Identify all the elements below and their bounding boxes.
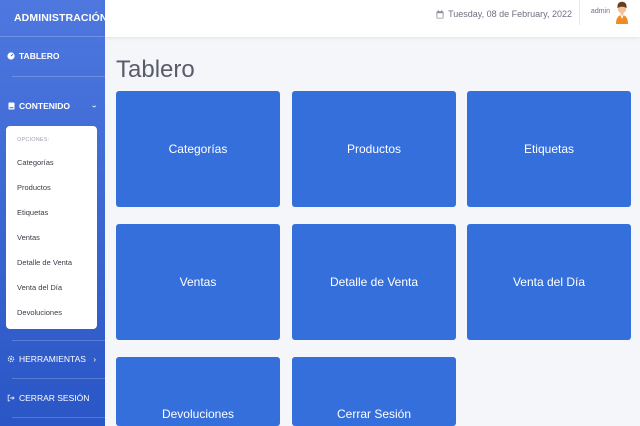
folder-icon <box>7 102 15 110</box>
submenu-item-detalle-venta[interactable]: Detalle de Venta <box>6 250 97 275</box>
calendar-icon <box>436 9 444 19</box>
nav-contenido[interactable]: CONTENIDO › <box>0 97 105 115</box>
submenu-item-etiquetas[interactable]: Etiquetas <box>6 200 97 225</box>
tile-label: Etiquetas <box>523 142 575 156</box>
submenu-item-ventas[interactable]: Ventas <box>6 225 97 250</box>
tile-label: Detalle de Venta <box>329 275 419 289</box>
tile-ventas[interactable]: Ventas <box>116 224 280 340</box>
tile-venta-del-dia[interactable]: Venta del Día <box>467 224 631 340</box>
avatar[interactable] <box>613 0 631 24</box>
tile-etiquetas[interactable]: Etiquetas <box>467 91 631 207</box>
tile-label: Venta del Día <box>512 275 586 289</box>
nav-tablero-label: TABLERO <box>19 51 60 61</box>
tile-label: Ventas <box>179 275 217 289</box>
chevron-right-icon: › <box>93 354 96 364</box>
submenu-item-productos[interactable]: Productos <box>6 175 97 200</box>
divider <box>0 36 105 37</box>
page-title: Tablero <box>116 56 195 83</box>
chevron-down-icon: › <box>90 104 100 108</box>
gear-icon <box>7 355 15 363</box>
tile-label: Productos <box>346 142 402 156</box>
submenu-item-venta-del-dia[interactable]: Venta del Día <box>6 275 97 300</box>
nav-herramientas[interactable]: HERRAMIENTAS › <box>0 350 105 368</box>
topbar-divider <box>579 0 580 25</box>
submenu-header: OPCIONES: <box>17 137 50 143</box>
logout-icon <box>7 394 15 402</box>
divider <box>12 378 105 379</box>
tile-label: Categorías <box>168 142 228 156</box>
tile-detalle-venta[interactable]: Detalle de Venta <box>292 224 456 340</box>
tile-productos[interactable]: Productos <box>292 91 456 207</box>
tile-label: Cerrar Sesión <box>336 407 412 421</box>
nav-contenido-label: CONTENIDO <box>19 101 70 111</box>
nav-tablero[interactable]: TABLERO <box>0 47 105 65</box>
tile-categorias[interactable]: Categorías <box>116 91 280 207</box>
submenu-item-devoluciones[interactable]: Devoluciones <box>6 300 97 325</box>
date-display: Tuesday, 08 de February, 2022 <box>436 8 572 20</box>
divider <box>12 417 105 418</box>
nav-herramientas-label: HERRAMIENTAS <box>19 354 86 364</box>
tile-cerrar-sesion[interactable]: Cerrar Sesión <box>292 357 456 426</box>
gauge-icon <box>7 52 15 60</box>
submenu-contenido: OPCIONES: Categorías Productos Etiquetas… <box>6 126 97 329</box>
nav-cerrar-sesion[interactable]: CERRAR SESIÓN <box>0 389 105 407</box>
tile-label: Devoluciones <box>161 407 235 421</box>
sidebar: ADMINISTRACIÓN TABLERO CONTENIDO › OPCIO… <box>0 0 105 426</box>
brand-title[interactable]: ADMINISTRACIÓN <box>0 0 105 36</box>
divider <box>12 76 105 77</box>
user-name[interactable]: admin <box>591 8 610 15</box>
nav-cerrar-label: CERRAR SESIÓN <box>19 393 90 403</box>
submenu-item-categorias[interactable]: Categorías <box>6 150 97 175</box>
divider <box>12 340 105 341</box>
date-text: Tuesday, 08 de February, 2022 <box>448 9 572 19</box>
topbar: Tuesday, 08 de February, 2022 admin <box>105 0 640 37</box>
tile-devoluciones[interactable]: Devoluciones <box>116 357 280 426</box>
